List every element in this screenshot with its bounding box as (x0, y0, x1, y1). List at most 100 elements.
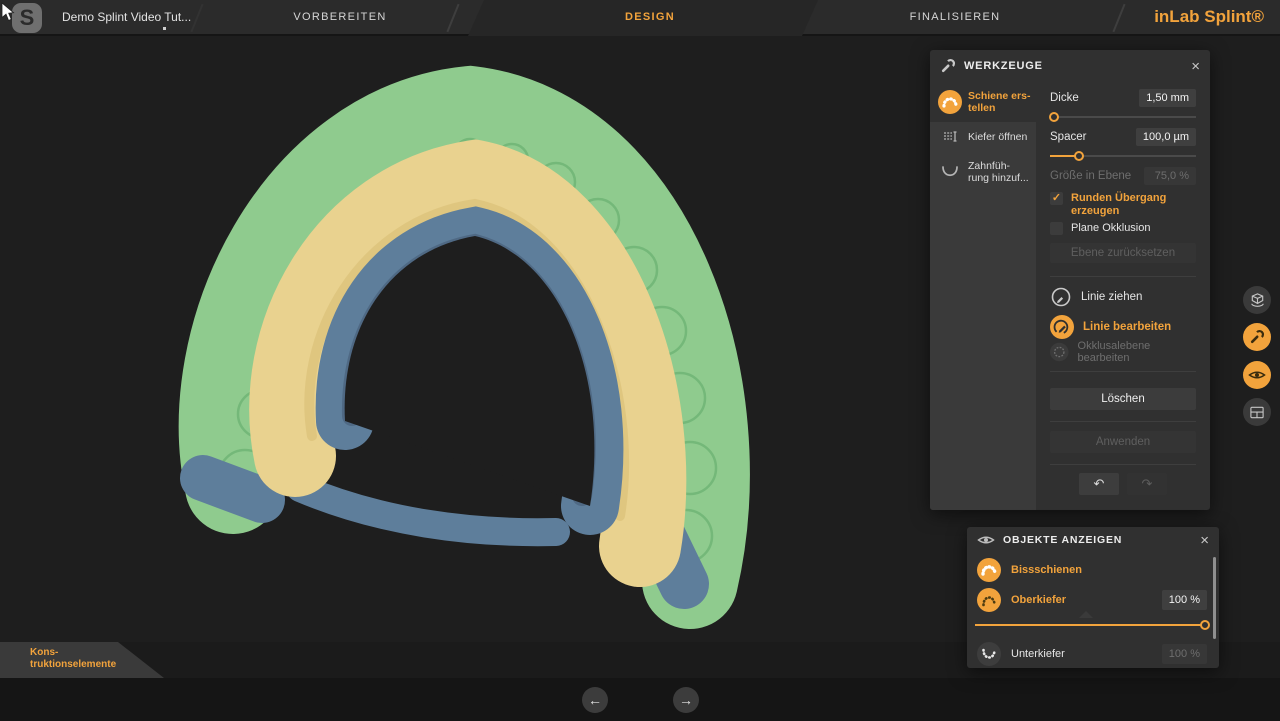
undo-button[interactable]: ↶ (1079, 473, 1119, 495)
oberkiefer-row[interactable]: Oberkiefer 100 % (977, 587, 1207, 613)
redo-button[interactable]: ↷ (1127, 473, 1167, 495)
eye-icon (977, 534, 995, 546)
oberkiefer-opacity-value[interactable]: 100 % (1162, 590, 1207, 610)
app-title: inLab Splint® (1154, 7, 1264, 27)
split-view-icon (1249, 405, 1265, 420)
slider-knob[interactable] (1200, 620, 1210, 630)
bissschienen-label: Bissschienen (1011, 564, 1207, 576)
previous-step-button[interactable]: ← (582, 687, 608, 713)
dicke-label: Dicke (1050, 92, 1139, 104)
werkzeuge-header: WERKZEUGE × (930, 50, 1210, 82)
konstruktionselemente-tab[interactable]: Kons- truktionselemente (0, 642, 166, 678)
objekte-anzeigen-panel: OBJEKTE ANZEIGEN × Bissschienen Oberkief… (967, 527, 1219, 668)
slider-knob[interactable] (1049, 112, 1059, 122)
dicke-value[interactable]: 1,50 mm (1139, 89, 1196, 107)
top-bar: S Demo Splint Video Tut... VORBEREITEN D… (0, 0, 1280, 36)
document-title-dot (163, 27, 166, 30)
groesse-value: 75,0 % (1144, 167, 1196, 185)
edit-line-icon (1050, 315, 1074, 339)
spacer-value[interactable]: 100,0 µm (1136, 128, 1196, 146)
eye-icon (1248, 369, 1266, 381)
plane-okklusion-row[interactable]: Plane Okklusion (1050, 222, 1196, 235)
checkbox-unchecked[interactable] (1050, 222, 1063, 235)
spacer-row: Spacer 100,0 µm (1050, 128, 1196, 146)
okklusalebene-label: Okklusalebene bearbeiten (1078, 340, 1196, 364)
slider-notch (1079, 611, 1093, 618)
panel-title: WERKZEUGE (964, 60, 1183, 72)
wrench-icon (940, 58, 956, 74)
tool-schiene-erstellen[interactable]: Schiene ers- tellen (930, 82, 1036, 122)
divider (1050, 421, 1196, 422)
tab-label-line2: truktionselemente (30, 659, 166, 671)
tab-design[interactable]: DESIGN (570, 11, 730, 23)
occlusal-plane-icon (1050, 342, 1069, 362)
linie-bearbeiten-label: Linie bearbeiten (1083, 321, 1171, 333)
app-logo: S (12, 3, 42, 33)
next-step-button[interactable]: → (673, 687, 699, 713)
spacer-slider[interactable] (1050, 150, 1196, 162)
bar-divider (446, 4, 459, 33)
divider (1050, 464, 1196, 465)
slider-track[interactable] (1050, 116, 1196, 118)
unterkiefer-row[interactable]: Unterkiefer 100 % (977, 641, 1207, 667)
splint-arch-icon (977, 558, 1001, 582)
inlab-splint-window: S Demo Splint Video Tut... VORBEREITEN D… (0, 0, 1280, 721)
tools-content: Dicke 1,50 mm Spacer 100,0 µm Größe in E… (1036, 82, 1210, 510)
unterkiefer-opacity-value: 100 % (1162, 644, 1207, 664)
anwenden-button[interactable]: Anwenden (1050, 431, 1196, 453)
panel-scrollbar[interactable] (1213, 557, 1216, 639)
close-icon[interactable]: × (1200, 533, 1209, 548)
okklusalebene-bearbeiten-button[interactable]: Okklusalebene bearbeiten (1050, 342, 1196, 362)
3d-model-viewport[interactable] (0, 36, 930, 642)
dental-model (0, 36, 930, 642)
bissschienen-row[interactable]: Bissschienen (977, 557, 1207, 583)
runden-uebergang-row[interactable]: ✓ Runden Übergang erzeugen (1050, 192, 1196, 218)
jaw-open-icon (938, 128, 962, 146)
checkbox-label: Runden Übergang erzeugen (1071, 192, 1189, 218)
show-objects-toggle-button[interactable] (1243, 361, 1271, 389)
loeschen-button[interactable]: Löschen (1050, 388, 1196, 410)
tab-label-line1: Kons- (30, 647, 166, 659)
tools-toggle-button[interactable] (1243, 323, 1271, 351)
divider (1050, 371, 1196, 372)
slider-fill (975, 624, 1205, 626)
oberkiefer-slider[interactable] (975, 619, 1205, 631)
oberkiefer-label: Oberkiefer (1011, 594, 1152, 606)
linie-bearbeiten-button[interactable]: Linie bearbeiten (1050, 314, 1196, 340)
linie-ziehen-button[interactable]: Linie ziehen (1050, 285, 1196, 309)
checkbox-checked[interactable]: ✓ (1050, 192, 1063, 205)
tab-vorbereiten[interactable]: VORBEREITEN (260, 11, 420, 23)
werkzeuge-panel: WERKZEUGE × Schiene ers- tellen (930, 50, 1210, 510)
divider (1050, 276, 1196, 277)
3d-view-button[interactable] (1243, 286, 1271, 314)
panel-title: OBJEKTE ANZEIGEN (1003, 534, 1192, 546)
bottom-bar-lower (0, 678, 1280, 721)
tool-label: Schiene ers- tellen (968, 90, 1030, 114)
ebene-zuruecksetzen-button[interactable]: Ebene zurücksetzen (1050, 243, 1196, 263)
tools-nav: Schiene ers- tellen Kiefer öffnen (930, 82, 1036, 510)
slider-knob[interactable] (1074, 151, 1084, 161)
tool-zahnfuehrung-hinzufuegen[interactable]: Zahnfüh- rung hinzuf... (930, 152, 1036, 192)
undo-redo-row: ↶ ↷ (1050, 473, 1196, 495)
wrench-icon (1249, 329, 1265, 345)
unterkiefer-label: Unterkiefer (1011, 648, 1152, 660)
dicke-row: Dicke 1,50 mm (1050, 89, 1196, 107)
tab-finalisieren[interactable]: FINALISIEREN (875, 11, 1035, 23)
spacer-label: Spacer (1050, 131, 1136, 143)
lower-jaw-icon (977, 642, 1001, 666)
tool-label: Kiefer öffnen (968, 131, 1027, 143)
document-title[interactable]: Demo Splint Video Tut... (62, 10, 191, 24)
dicke-slider[interactable] (1050, 111, 1196, 123)
close-icon[interactable]: × (1191, 59, 1200, 74)
tool-label: Zahnfüh- rung hinzuf... (968, 160, 1029, 184)
bar-divider (1112, 4, 1125, 33)
linie-ziehen-label: Linie ziehen (1081, 291, 1142, 303)
draw-line-icon (1050, 286, 1072, 308)
viewports-button[interactable] (1243, 398, 1271, 426)
objekte-header: OBJEKTE ANZEIGEN × (967, 527, 1219, 553)
mouse-cursor (1, 2, 15, 22)
bar-divider (190, 4, 203, 33)
tooth-guidance-icon (938, 164, 962, 180)
groesse-row: Größe in Ebene 75,0 % (1050, 167, 1196, 185)
tool-kiefer-oeffnen[interactable]: Kiefer öffnen (930, 122, 1036, 152)
